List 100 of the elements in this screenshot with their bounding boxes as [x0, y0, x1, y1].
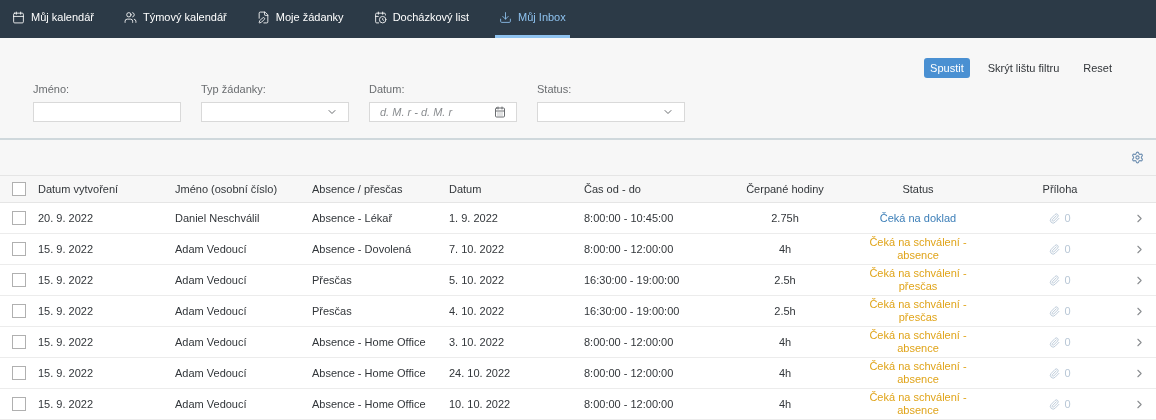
table-cell-text: 2.5h [774, 303, 796, 319]
field-label: Status: [537, 81, 573, 97]
checkbox[interactable] [12, 211, 26, 225]
checkbox[interactable] [12, 304, 26, 318]
table-cell-text: 4h [778, 334, 792, 350]
table-cell: 15. 9. 2022 [38, 397, 94, 410]
status-text: Čeká na doklad [879, 211, 957, 225]
table-cell: Absence - Dovolená [312, 242, 412, 255]
table-cell: 15. 9. 2022 [38, 304, 94, 317]
attachment-count: 0 [1064, 396, 1071, 412]
checkbox[interactable] [12, 397, 26, 411]
table-cell: 15. 9. 2022 [38, 242, 94, 255]
nav-tab[interactable]: Týmový kalendář [120, 0, 231, 38]
table-cell: 16:30:00 - 19:00:00 [584, 304, 680, 317]
status-text: Čeká na schválení - absence [868, 329, 968, 355]
table-cell: 15. 9. 2022 [38, 273, 94, 286]
column-header: Jméno (osobní číslo) [175, 182, 278, 195]
status-text: Čeká na schválení - absence [868, 236, 968, 262]
calendar-clock-icon [373, 11, 387, 24]
paperclip-icon [1049, 305, 1061, 317]
nav-tab[interactable]: Moje žádanky [252, 0, 348, 38]
table-cell: 1. 9. 2022 [449, 211, 498, 224]
text-button[interactable]: Skrýt lištu filtru [981, 58, 1066, 78]
field-label: Jméno: [33, 81, 71, 97]
status-text: Čeká na schválení - přesčas [868, 267, 968, 293]
checkbox[interactable] [12, 366, 26, 380]
table-row[interactable]: 15. 9. 2022 Adam Vedoucí Přesčas 5. 10. 2022 16:30:00 - 19:00:00 2.5h Čeká na schválení - přesčas 0 [0, 265, 1156, 296]
attachment-count: 0 [1064, 303, 1071, 319]
nav-tab[interactable]: Docházkový list [369, 0, 474, 38]
paperclip-icon [1049, 336, 1061, 348]
checkbox[interactable] [12, 273, 26, 287]
table-cell: Daniel Neschválil [175, 211, 260, 224]
table-cell: 15. 9. 2022 [38, 335, 94, 348]
column-header: Příloha [1042, 181, 1078, 197]
table-cell-text: 4h [778, 365, 792, 381]
table-cell: Adam Vedoucí [175, 366, 247, 379]
column-header: Čerpané hodiny [746, 181, 824, 197]
settings-icon[interactable] [1131, 151, 1144, 164]
table-cell: Absence - Home Office [312, 366, 426, 379]
table-cell: Absence - Home Office [312, 335, 426, 348]
paperclip-icon [1049, 212, 1061, 224]
table-cell: Adam Vedoucí [175, 242, 247, 255]
column-header: Absence / přesčas [312, 182, 403, 195]
table-cell: 7. 10. 2022 [449, 242, 505, 255]
table-cell: 20. 9. 2022 [38, 211, 94, 224]
pen-icon [256, 11, 270, 24]
attachment-count: 0 [1064, 272, 1071, 288]
table-cell-text: 2.75h [771, 210, 799, 226]
paperclip-icon [1049, 274, 1061, 286]
calendar-icon [494, 106, 506, 118]
table-row[interactable]: 15. 9. 2022 Adam Vedoucí Přesčas 4. 10. 2022 16:30:00 - 19:00:00 2.5h Čeká na schválení - přesčas 0 [0, 296, 1156, 327]
table-cell: 8:00:00 - 12:00:00 [584, 366, 674, 379]
date-field[interactable]: d. M. r - d. M. r [369, 102, 517, 122]
table-cell: 5. 10. 2022 [449, 273, 505, 286]
paperclip-icon [1049, 398, 1061, 410]
table-row[interactable]: 20. 9. 2022 Daniel Neschválil Absence - Lékař 1. 9. 2022 8:00:00 - 10:45:00 2.75h Čeká na doklad 0 [0, 203, 1156, 234]
table-cell: 8:00:00 - 12:00:00 [584, 242, 674, 255]
table-cell: Přesčas [312, 273, 352, 286]
table-cell: Přesčas [312, 304, 352, 317]
column-header: Datum [449, 182, 482, 195]
table-row[interactable]: 15. 9. 2022 Adam Vedoucí Absence - Dovolená 7. 10. 2022 8:00:00 - 12:00:00 4h Čeká na schválení - absence 0 [0, 234, 1156, 265]
paperclip-icon [1049, 367, 1061, 379]
table-cell: 16:30:00 - 19:00:00 [584, 273, 680, 286]
table-row[interactable]: 15. 9. 2022 Adam Vedoucí Absence - Home Office 24. 10. 2022 8:00:00 - 12:00:00 4h Čeká na schválení - absence 0 [0, 358, 1156, 389]
table-cell: Adam Vedoucí [175, 335, 247, 348]
table-cell: Absence - Lékař [312, 211, 393, 224]
dropdown-field[interactable] [201, 102, 349, 122]
table-row[interactable]: 15. 9. 2022 Adam Vedoucí Absence - Home Office 10. 10. 2022 8:00:00 - 12:00:00 4h Čeká na schválení - absence 0 [0, 389, 1156, 420]
checkbox[interactable] [12, 335, 26, 349]
attachment-count: 0 [1064, 210, 1071, 226]
field-label: Typ žádanky: [201, 81, 267, 97]
table-cell: 8:00:00 - 12:00:00 [584, 335, 674, 348]
paperclip-icon [1049, 243, 1061, 255]
text-button[interactable]: Reset [1077, 58, 1118, 78]
table-row[interactable]: 15. 9. 2022 Adam Vedoucí Absence - Home Office 3. 10. 2022 8:00:00 - 12:00:00 4h Čeká na schválení - absence 0 [0, 327, 1156, 358]
column-header: Čas od - do [584, 182, 641, 195]
table-cell: 8:00:00 - 12:00:00 [584, 397, 674, 410]
column-header: Datum vytvoření [38, 182, 119, 195]
download-tray-icon [499, 11, 513, 24]
attachment-count: 0 [1064, 334, 1071, 350]
table-cell: 4. 10. 2022 [449, 304, 505, 317]
attachment-count: 0 [1064, 241, 1071, 257]
table-cell: Absence - Home Office [312, 397, 426, 410]
table-cell: Adam Vedoucí [175, 397, 247, 410]
table-cell-text: 2.5h [774, 272, 796, 288]
checkbox[interactable] [12, 242, 26, 256]
field-label: Datum: [369, 81, 406, 97]
people-icon [124, 11, 137, 24]
table-cell: 10. 10. 2022 [449, 397, 511, 410]
nav-tab[interactable]: Můj kalendář [8, 0, 98, 38]
table-cell: 15. 9. 2022 [38, 366, 94, 379]
table-cell: 24. 10. 2022 [449, 366, 511, 379]
table-cell: 3. 10. 2022 [449, 335, 505, 348]
checkbox[interactable] [12, 182, 26, 196]
column-header: Status [902, 181, 934, 197]
input-field[interactable] [33, 102, 181, 122]
dropdown-field[interactable] [537, 102, 685, 122]
table-cell-text: 4h [778, 241, 792, 257]
status-text: Čeká na schválení - absence [868, 360, 968, 386]
status-text: Čeká na schválení - přesčas [868, 298, 968, 324]
